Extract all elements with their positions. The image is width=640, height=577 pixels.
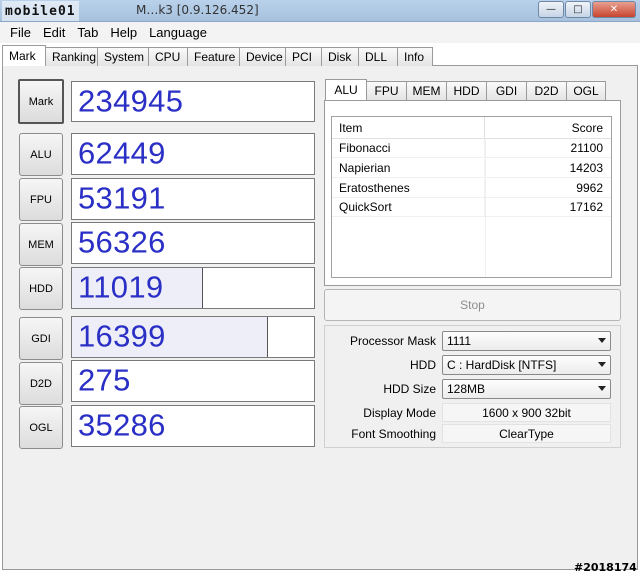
ogl-score: 35286	[78, 407, 166, 443]
menu-edit[interactable]: Edit	[37, 25, 71, 40]
hdd-value: C : HardDisk [NTFS]	[447, 358, 557, 372]
table-row[interactable]: Napierian 14203	[332, 159, 611, 178]
tab-ranking[interactable]: Ranking	[45, 47, 98, 66]
chevron-down-icon	[598, 362, 606, 367]
mem-score: 56326	[78, 224, 166, 260]
maximize-button[interactable]: □	[565, 1, 591, 18]
tab-device[interactable]: Device	[239, 47, 286, 66]
d2d-score: 275	[78, 362, 131, 398]
hdd-size-value: 128MB	[447, 382, 486, 396]
fpu-button[interactable]: FPU	[19, 178, 63, 221]
row-item: Napierian	[332, 159, 485, 177]
tab-system[interactable]: System	[97, 47, 149, 66]
tab-feature[interactable]: Feature	[187, 47, 240, 66]
tab-info[interactable]: Info	[397, 47, 433, 66]
row-item: Fibonacci	[332, 139, 485, 157]
processor-mask-select[interactable]: 1111	[442, 331, 611, 351]
table-row[interactable]: Fibonacci 21100	[332, 139, 611, 158]
tab-cpu[interactable]: CPU	[148, 47, 188, 66]
close-button[interactable]: ✕	[592, 1, 636, 18]
row-score: 21100	[570, 141, 603, 155]
gdi-score-box: 16399	[71, 316, 315, 358]
mem-button[interactable]: MEM	[19, 223, 63, 266]
chevron-down-icon	[598, 338, 606, 343]
subtab-gdi[interactable]: GDI	[486, 81, 527, 100]
window-title: M…k3 [0.9.126.452]	[136, 3, 259, 17]
row-score: 9962	[576, 181, 603, 195]
tab-disk[interactable]: Disk	[321, 47, 359, 66]
mem-score-box: 56326	[71, 222, 315, 264]
alu-score: 62449	[78, 135, 166, 171]
title-bar: mobile01 M…k3 [0.9.126.452] — □ ✕	[0, 0, 640, 22]
alu-score-box: 62449	[71, 133, 315, 175]
hdd-label: HDD	[410, 358, 436, 372]
fpu-score: 53191	[78, 180, 166, 216]
subtab-d2d[interactable]: D2D	[526, 81, 567, 100]
alu-button[interactable]: ALU	[19, 133, 63, 176]
font-smoothing-label: Font Smoothing	[351, 427, 436, 441]
minimize-button[interactable]: —	[538, 1, 564, 18]
tab-mark[interactable]: Mark	[2, 45, 46, 66]
subtab-ogl[interactable]: OGL	[566, 81, 606, 100]
tab-dll[interactable]: DLL	[358, 47, 398, 66]
display-mode-label: Display Mode	[363, 406, 436, 420]
mark-score: 234945	[78, 82, 184, 118]
mark-button[interactable]: Mark	[18, 79, 64, 124]
chevron-down-icon	[598, 386, 606, 391]
row-item: QuickSort	[332, 198, 485, 216]
mobile01-logo: mobile01	[2, 1, 79, 21]
main-tabs: Mark Ranking System CPU Feature Device P…	[2, 45, 433, 66]
benchmark-tabs: ALU FPU MEM HDD GDI D2D OGL	[325, 79, 606, 100]
menu-bar: File Edit Tab Help Language	[0, 22, 640, 43]
close-icon: ✕	[609, 4, 619, 15]
row-score: 14203	[569, 161, 603, 175]
menu-file[interactable]: File	[4, 25, 37, 40]
mark-score-box: 234945	[71, 81, 315, 122]
font-smoothing-value: ClearType	[442, 424, 611, 443]
menu-language[interactable]: Language	[143, 25, 213, 40]
hdd-select[interactable]: C : HardDisk [NTFS]	[442, 355, 611, 375]
result-table: Item Score Fibonacci 21100 Napierian 142…	[331, 116, 612, 278]
menu-tab[interactable]: Tab	[71, 25, 104, 40]
processor-mask-label: Processor Mask	[349, 334, 436, 348]
hdd-score: 11019	[78, 269, 164, 305]
gdi-button[interactable]: GDI	[19, 317, 63, 360]
fpu-score-box: 53191	[71, 178, 315, 220]
d2d-score-box: 275	[71, 360, 315, 402]
subtab-hdd[interactable]: HDD	[446, 81, 487, 100]
processor-mask-value: 1111	[447, 334, 472, 348]
watermark: #2018174	[574, 561, 637, 574]
row-score: 17162	[569, 200, 603, 214]
stop-button[interactable]: Stop	[324, 289, 621, 321]
column-header-score[interactable]: Score	[485, 117, 611, 138]
hdd-score-box: 11019	[71, 267, 315, 309]
table-row[interactable]: Eratosthenes 9962	[332, 179, 611, 198]
hdd-size-select[interactable]: 128MB	[442, 379, 611, 399]
subtab-mem[interactable]: MEM	[406, 81, 447, 100]
table-header: Item Score	[332, 117, 611, 139]
subtab-fpu[interactable]: FPU	[366, 81, 407, 100]
tab-pci[interactable]: PCI	[285, 47, 322, 66]
display-mode-value: 1600 x 900 32bit	[442, 403, 611, 422]
ogl-score-box: 35286	[71, 405, 315, 447]
subtab-alu[interactable]: ALU	[325, 79, 367, 100]
column-header-item[interactable]: Item	[332, 117, 485, 138]
d2d-button[interactable]: D2D	[19, 362, 63, 405]
maximize-icon: □	[573, 4, 583, 15]
table-row[interactable]: QuickSort 17162	[332, 198, 611, 217]
row-item: Eratosthenes	[332, 179, 485, 197]
menu-help[interactable]: Help	[104, 25, 143, 40]
hdd-button[interactable]: HDD	[19, 267, 63, 310]
hdd-size-label: HDD Size	[383, 382, 436, 396]
minimize-icon: —	[546, 4, 556, 15]
ogl-button[interactable]: OGL	[19, 406, 63, 449]
gdi-score: 16399	[78, 318, 166, 354]
